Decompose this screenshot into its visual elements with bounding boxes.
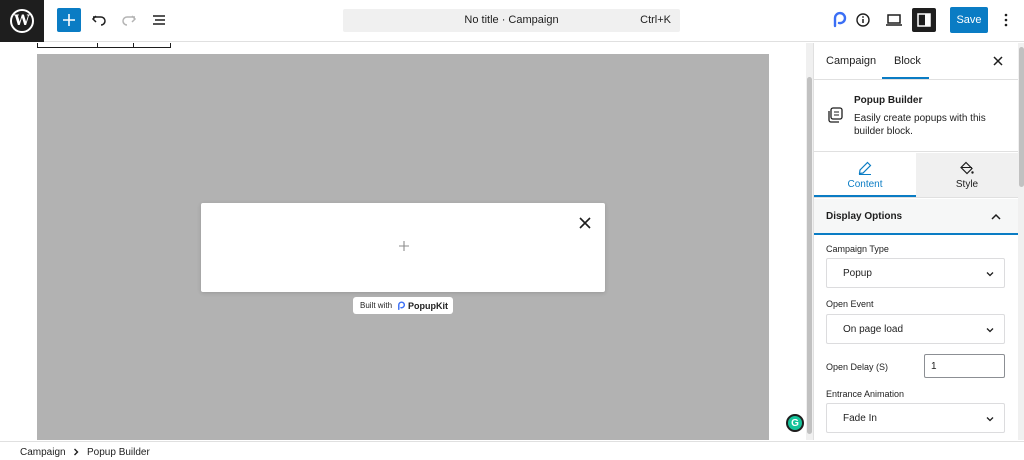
active-tab-indicator xyxy=(882,77,929,79)
active-tab-indicator xyxy=(814,195,916,197)
block-description: Easily create popups with this builder b… xyxy=(854,113,986,137)
toolbar-divider xyxy=(133,43,134,47)
open-delay-label: Open Delay (S) xyxy=(826,362,889,372)
list-view-icon xyxy=(153,15,165,25)
open-event-select[interactable]: On page load xyxy=(826,314,1005,344)
popupkit-icon xyxy=(833,11,847,28)
grammarly-button[interactable]: G xyxy=(786,414,804,432)
breadcrumb: Campaign Popup Builder xyxy=(0,441,1024,460)
chevron-down-icon xyxy=(986,272,994,277)
open-event-value: On page load xyxy=(843,324,904,335)
pencil-icon xyxy=(858,161,872,175)
block-icon xyxy=(827,107,843,123)
block-appender-button[interactable] xyxy=(397,239,411,253)
tab-content[interactable]: Content xyxy=(814,153,916,197)
info-icon xyxy=(856,13,870,27)
chevron-right-icon xyxy=(74,448,79,456)
campaign-type-label: Campaign Type xyxy=(826,244,889,254)
campaign-type-value: Popup xyxy=(843,268,872,279)
campaign-type-select[interactable]: Popup xyxy=(826,258,1005,288)
open-delay-input[interactable] xyxy=(924,354,1005,378)
tab-block[interactable]: Block xyxy=(894,55,921,67)
command-palette-bar[interactable]: No title · Campaign Ctrl+K xyxy=(343,9,680,32)
editor-header: W No title · Campaign Ctrl+K Save xyxy=(0,0,1024,42)
undo-button[interactable] xyxy=(87,8,111,32)
plus-icon xyxy=(63,14,75,26)
close-icon xyxy=(993,56,1003,66)
breadcrumb-item-campaign[interactable]: Campaign xyxy=(20,447,66,458)
settings-sidebar: Campaign Block Popup Builder Easily crea… xyxy=(813,43,1024,440)
built-with-brand: PopupKit xyxy=(408,300,449,311)
entrance-animation-value: Fade In xyxy=(843,413,877,424)
editor-canvas: Built with PopupKit G xyxy=(0,43,813,440)
chevron-down-icon xyxy=(986,417,994,422)
sidebar-scrollbar[interactable] xyxy=(1018,43,1024,440)
entrance-animation-select[interactable]: Fade In xyxy=(826,403,1005,433)
undo-icon xyxy=(91,15,106,26)
tab-style[interactable]: Style xyxy=(916,153,1018,197)
sidebar-icon xyxy=(917,13,931,27)
built-with-label: Built with xyxy=(360,301,393,310)
block-card: Popup Builder Easily create popups with … xyxy=(814,81,1018,152)
add-block-button[interactable] xyxy=(57,8,81,32)
open-event-label: Open Event xyxy=(826,299,874,309)
tab-style-label: Style xyxy=(955,179,979,190)
chevron-down-icon xyxy=(986,328,994,333)
scrollbar-thumb[interactable] xyxy=(807,77,812,434)
redo-icon xyxy=(122,15,137,26)
wordpress-logo-button[interactable]: W xyxy=(0,0,44,42)
editor-scrollbar[interactable] xyxy=(806,43,813,440)
panel-title: Display Options xyxy=(826,211,903,222)
popup-close-button[interactable] xyxy=(577,215,593,231)
close-icon xyxy=(579,217,591,229)
close-sidebar-button[interactable] xyxy=(992,55,1004,67)
more-vertical-icon xyxy=(1004,13,1008,27)
built-with-badge[interactable]: Built with PopupKit xyxy=(353,297,453,314)
paint-bucket-icon xyxy=(960,161,974,175)
sidebar-tabs: Campaign Block xyxy=(814,43,1024,80)
popupkit-icon xyxy=(398,300,406,310)
toolbar-divider xyxy=(97,43,98,47)
document-title: No title · Campaign xyxy=(464,14,559,26)
save-button[interactable]: Save xyxy=(950,7,988,33)
laptop-icon xyxy=(886,14,902,26)
popup-builder-icon xyxy=(828,107,843,123)
grammarly-icon: G xyxy=(791,417,799,429)
tab-content-label: Content xyxy=(847,179,883,190)
content-style-tabs: Content Style xyxy=(814,153,1018,198)
preview-button[interactable] xyxy=(882,8,906,32)
display-options-panel-toggle[interactable]: Display Options xyxy=(814,199,1018,235)
scrollbar-thumb[interactable] xyxy=(1019,47,1024,187)
popup-container[interactable] xyxy=(201,203,605,292)
redo-button[interactable] xyxy=(117,8,141,32)
tab-campaign[interactable]: Campaign xyxy=(826,55,876,67)
block-title: Popup Builder xyxy=(854,95,923,106)
popup-overlay[interactable]: Built with PopupKit xyxy=(37,54,769,440)
wordpress-icon: W xyxy=(10,9,34,33)
document-overview-button[interactable] xyxy=(147,8,171,32)
options-button[interactable] xyxy=(994,8,1018,32)
chevron-up-icon xyxy=(991,213,1001,220)
details-button[interactable] xyxy=(851,8,875,32)
settings-toggle-button[interactable] xyxy=(912,8,936,32)
block-toolbar[interactable] xyxy=(37,43,171,48)
shortcut-hint: Ctrl+K xyxy=(640,14,671,26)
entrance-animation-label: Entrance Animation xyxy=(826,389,905,399)
popupkit-button[interactable] xyxy=(827,8,851,32)
plus-icon xyxy=(399,241,409,251)
breadcrumb-item-popup-builder[interactable]: Popup Builder xyxy=(87,447,150,458)
